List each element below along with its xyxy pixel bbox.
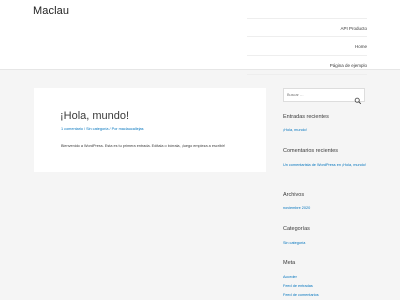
nav-item-pagina-de-ejemplo[interactable]: Página de ejemplo bbox=[247, 56, 367, 75]
nav-item-api-producto[interactable]: API Producto bbox=[247, 18, 367, 37]
archive-link[interactable]: noviembre 2020 bbox=[283, 204, 310, 212]
search-input[interactable] bbox=[287, 90, 349, 100]
primary-navigation: API Producto Home Página de ejemplo bbox=[247, 0, 367, 75]
post-title[interactable]: ¡Hola, mundo! bbox=[60, 110, 129, 122]
meta-separator-author: / Por bbox=[108, 127, 119, 131]
widget-title-meta: Meta bbox=[283, 260, 296, 266]
widget-title-categories: Categorías bbox=[283, 226, 310, 232]
site-header: Maclau API Producto Home Página de ejemp… bbox=[0, 0, 400, 75]
post-excerpt: Bienvenido a WordPress. Esta es tu prime… bbox=[61, 144, 226, 148]
widget-title-recent-posts: Entradas recientes bbox=[283, 114, 329, 120]
category-link[interactable]: Sin categoría bbox=[283, 239, 305, 247]
recent-comment-link[interactable]: Un comentarista de WordPress en ¡Hola, m… bbox=[283, 161, 368, 169]
post-comments-link[interactable]: 1 comentario bbox=[61, 127, 83, 131]
site-title[interactable]: Maclau bbox=[33, 5, 69, 17]
search-form bbox=[283, 88, 365, 105]
search-icon[interactable] bbox=[354, 92, 362, 105]
meta-link-entries-feed[interactable]: Feed de entradas bbox=[283, 282, 313, 290]
post-category-link[interactable]: Sin categoría bbox=[86, 127, 108, 131]
meta-link-login[interactable]: Acceder bbox=[283, 273, 297, 281]
post-card: ¡Hola, mundo! 1 comentario / Sin categor… bbox=[34, 88, 266, 172]
widget-title-recent-comments: Comentarios recientes bbox=[283, 148, 339, 154]
meta-link-comments-feed[interactable]: Feed de comentarios bbox=[283, 291, 319, 299]
sidebar: Entradas recientes ¡Hola, mundo! Comenta… bbox=[283, 88, 368, 297]
widget-title-archives: Archivos bbox=[283, 192, 305, 198]
recent-post-link[interactable]: ¡Hola, mundo! bbox=[283, 126, 307, 134]
nav-item-home[interactable]: Home bbox=[247, 37, 367, 56]
post-author-link[interactable]: maclaucallejas bbox=[119, 127, 144, 131]
post-meta: 1 comentario / Sin categoría / Por macla… bbox=[61, 127, 144, 131]
